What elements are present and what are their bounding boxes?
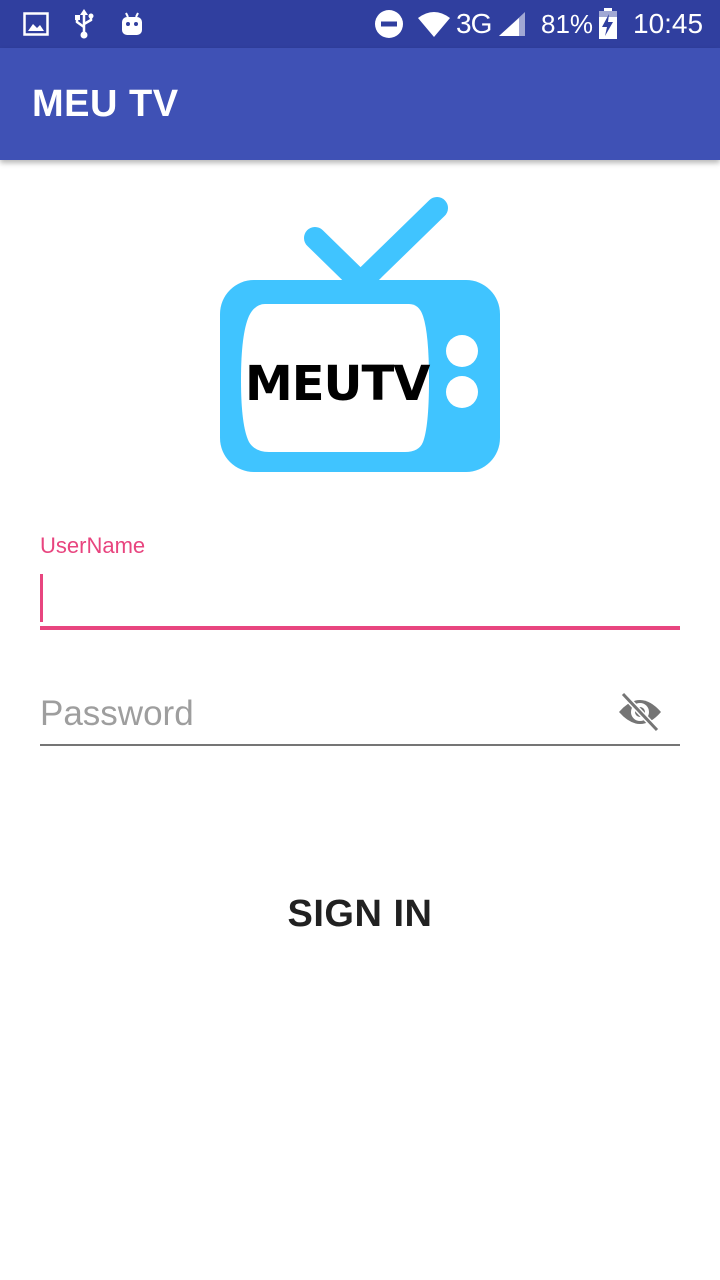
android-icon [116, 8, 148, 40]
app-title: MEU TV [32, 83, 179, 125]
clock: 10:45 [633, 8, 704, 39]
do-not-disturb-icon [373, 8, 405, 40]
username-underline [40, 626, 680, 630]
eye-off-icon [617, 691, 663, 737]
password-underline [40, 744, 680, 746]
wifi-icon [416, 8, 452, 40]
text-cursor [40, 574, 43, 622]
battery-percentage: 81% [541, 9, 594, 39]
username-input[interactable] [40, 570, 680, 626]
sign-in-button[interactable]: SIGN IN [200, 870, 520, 958]
logo-text: MEUTV [245, 356, 430, 412]
status-bar: 3G 81% 10:45 [0, 0, 720, 48]
image-icon [20, 8, 52, 40]
login-screen: 3G 81% 10:45 MEU TV MEUTV UserName SIGN … [0, 0, 720, 1280]
password-visibility-toggle[interactable] [614, 691, 666, 737]
password-input[interactable] [40, 686, 600, 742]
app-bar: MEU TV [0, 48, 720, 160]
signal-icon [496, 8, 528, 40]
battery-charging-icon [596, 8, 620, 40]
tv-logo-icon [219, 194, 501, 474]
username-label: UserName [40, 533, 146, 558]
network-type: 3G [456, 8, 492, 39]
usb-icon [68, 8, 100, 40]
